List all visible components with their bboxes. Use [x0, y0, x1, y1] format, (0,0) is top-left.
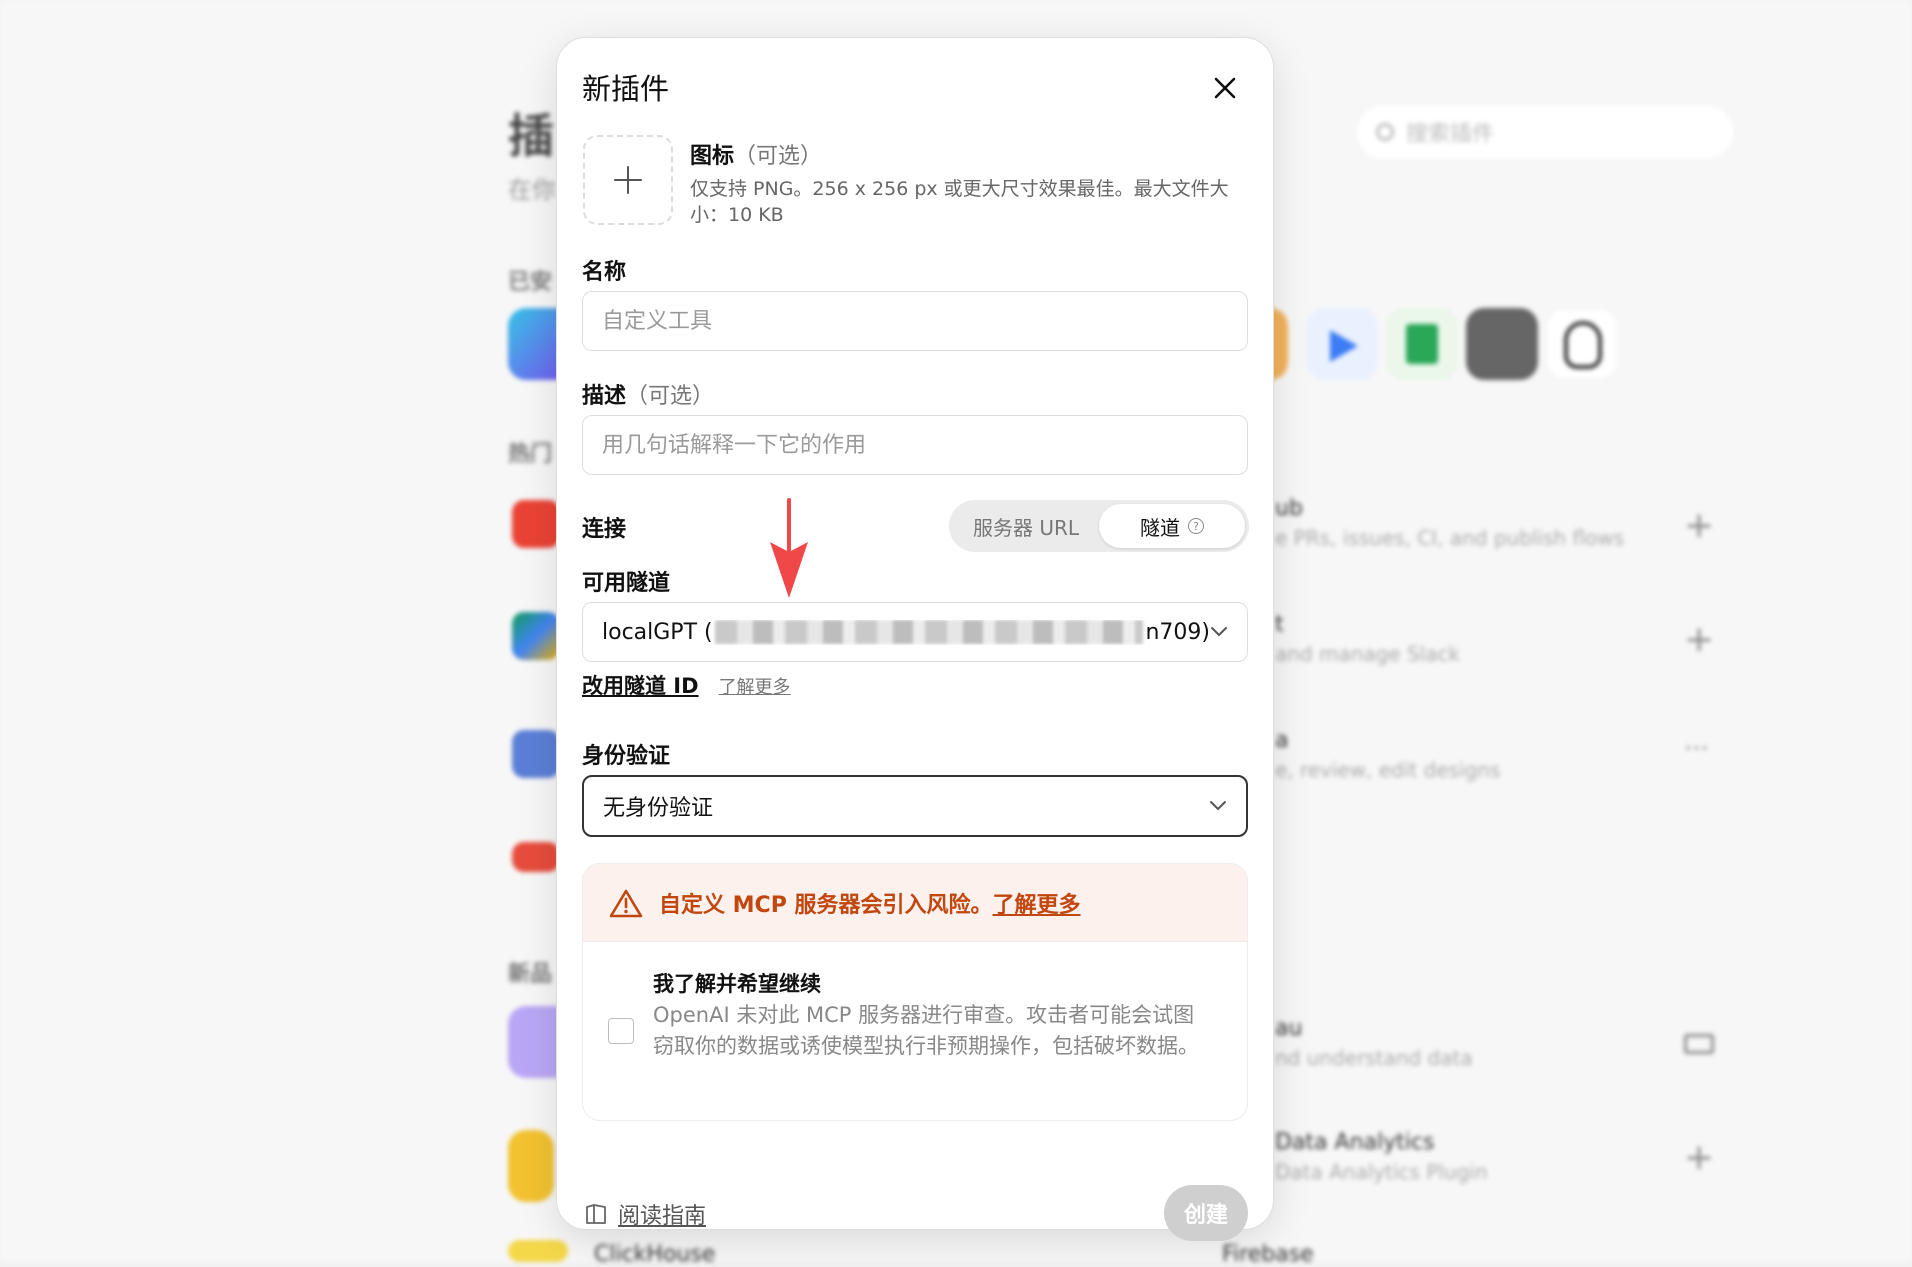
tunnel-field-label: 可用隧道 — [582, 571, 671, 596]
drive-icon — [512, 612, 560, 660]
search-icon — [1376, 123, 1394, 141]
row-title: ClickHouse — [594, 1242, 716, 1267]
section-installed: 已安 — [508, 270, 553, 295]
warning-text: 自定义 MCP 服务器会引入风险。了解更多 — [659, 887, 1081, 919]
acknowledge-description: OpenAI 未对此 MCP 服务器进行审查。攻击者可能会试图窃取你的数据或诱使… — [653, 1003, 1199, 1058]
tunnel-id-suffix: n709) — [1145, 619, 1210, 645]
server-url-option[interactable]: 服务器 URL — [953, 504, 1099, 548]
tunnel-option[interactable]: 隧道 ? — [1099, 504, 1245, 548]
tunnel-links: 改用隧道 ID 了解更多 — [582, 670, 791, 700]
read-guide-label: 阅读指南 — [618, 1204, 707, 1229]
search-placeholder: 搜索插件 — [1406, 122, 1495, 147]
row-title: Data Analytics — [1275, 1130, 1435, 1155]
risk-warning-card: 自定义 MCP 服务器会引入风险。了解更多 我了解并希望继续 OpenAI 未对… — [582, 863, 1248, 1121]
search-input[interactable]: 搜索插件 — [1355, 104, 1735, 160]
row-desc: e PRs, issues, CI, and publish flows — [1275, 526, 1625, 550]
acknowledge-title: 我了解并希望继续 — [653, 972, 821, 996]
laptop-icon[interactable] — [1684, 1034, 1714, 1054]
gmail-icon — [512, 500, 560, 548]
warning-icon — [609, 889, 643, 917]
add-plugin-button[interactable]: + — [1684, 622, 1714, 658]
add-plugin-button[interactable]: + — [1684, 508, 1714, 544]
row-title: au — [1275, 1016, 1303, 1041]
warning-message: 自定义 MCP 服务器会引入风险。 — [659, 892, 993, 918]
use-tunnel-id-link[interactable]: 改用隧道 ID — [582, 670, 699, 700]
play-app-icon[interactable] — [1306, 308, 1378, 380]
read-guide-link[interactable]: 阅读指南 — [584, 1198, 706, 1230]
row-title: a — [1275, 728, 1289, 753]
learn-more-link[interactable]: 了解更多 — [719, 673, 791, 699]
close-icon — [1214, 77, 1236, 99]
row-desc: e, review, edit designs — [1275, 758, 1501, 782]
more-options-button[interactable]: ··· — [1684, 736, 1709, 762]
page-subtitle: 在你 — [508, 176, 556, 204]
plugin-icon — [512, 730, 560, 778]
warning-learn-more-link[interactable]: 了解更多 — [992, 893, 1080, 918]
connection-label: 连接 — [582, 517, 627, 542]
create-button[interactable]: 创建 — [1164, 1185, 1248, 1241]
auth-field-label: 身份验证 — [582, 744, 671, 769]
optional-marker: （可选） — [734, 144, 823, 169]
row-title: t — [1275, 612, 1284, 637]
page-title: 插 — [508, 109, 554, 163]
auth-select-value: 无身份验证 — [603, 796, 714, 821]
dialog-title: 新插件 — [582, 72, 670, 106]
optional-marker: （可选） — [626, 384, 715, 409]
description-input[interactable] — [582, 415, 1248, 475]
icon-upload-button[interactable] — [583, 135, 673, 225]
clickhouse-icon — [508, 1240, 568, 1262]
row-desc: and manage Slack — [1275, 642, 1461, 666]
help-icon[interactable]: ? — [1188, 518, 1204, 534]
annotation-arrow-icon — [770, 498, 808, 598]
tunnel-label: 隧道 — [1140, 515, 1180, 540]
connection-type-toggle: 服务器 URL 隧道 ? — [949, 500, 1249, 552]
bar-app-icon — [508, 1130, 554, 1202]
tunnel-name: localGPT ( — [602, 619, 713, 645]
chevron-down-icon — [1211, 627, 1227, 637]
tunnel-select-value: localGPT ( n709) — [602, 620, 1210, 645]
name-input[interactable] — [582, 291, 1248, 351]
section-popular: 热门 — [508, 442, 553, 467]
close-button[interactable] — [1205, 68, 1245, 108]
icon-hint: 仅支持 PNG。256 x 256 px 或更大尺寸效果最佳。最大文件大小：10… — [690, 178, 1229, 226]
apps-grid-icon[interactable] — [1466, 308, 1538, 380]
sheets-app-icon[interactable] — [1386, 308, 1458, 380]
plus-icon — [614, 166, 642, 194]
icon-field-label: 图标（可选） — [690, 138, 822, 170]
new-plugin-dialog: 新插件 图标（可选） 仅支持 PNG。256 x 256 px 或更大尺寸效果最… — [556, 37, 1274, 1241]
acknowledge-checkbox[interactable] — [608, 1018, 634, 1044]
book-icon — [586, 1204, 606, 1224]
row-desc: nd understand data — [1275, 1046, 1473, 1070]
server-url-label: 服务器 URL — [972, 515, 1080, 540]
tunnel-select[interactable]: localGPT ( n709) — [582, 602, 1248, 662]
row-title: ub — [1275, 496, 1303, 521]
row-desc: Data Analytics Plugin — [1275, 1160, 1488, 1184]
auth-select[interactable]: 无身份验证 — [582, 775, 1248, 837]
icon-label-text: 图标 — [690, 144, 735, 169]
add-plugin-button[interactable]: + — [1684, 1140, 1714, 1176]
description-field-label: 描述（可选） — [582, 378, 714, 410]
warning-header: 自定义 MCP 服务器会引入风险。了解更多 — [583, 864, 1247, 942]
chevron-down-icon — [1210, 801, 1226, 811]
description-label-text: 描述 — [582, 384, 627, 409]
plugin-icon — [512, 842, 560, 872]
row-title: Firebase — [1222, 1242, 1314, 1267]
redacted-tunnel-id — [714, 620, 1144, 644]
section-new: 新品 — [508, 962, 553, 987]
ghost-app-icon[interactable] — [1546, 308, 1618, 380]
name-field-label: 名称 — [582, 260, 627, 285]
acknowledge-section: 我了解并希望继续 OpenAI 未对此 MCP 服务器进行审查。攻击者可能会试图… — [583, 942, 1247, 1120]
